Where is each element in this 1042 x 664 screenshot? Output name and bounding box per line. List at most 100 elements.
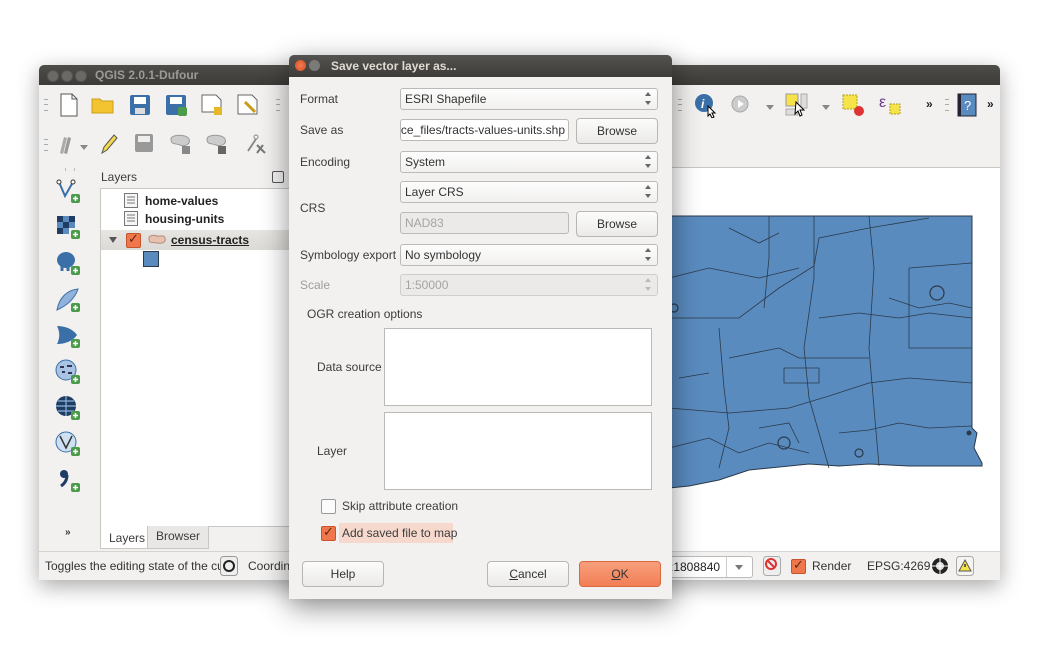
select-by-expression-button[interactable]: ε <box>876 91 904 119</box>
skip-attribute-creation-checkbox[interactable] <box>321 499 336 514</box>
data-source-label: Data source <box>317 360 382 374</box>
layer-symbol-swatch[interactable] <box>143 251 159 267</box>
help-button[interactable]: Help <box>302 561 384 587</box>
spin-arrows-icon <box>645 155 651 168</box>
format-value: ESRI Shapefile <box>405 92 487 106</box>
run-feature-action-dropdown[interactable] <box>766 105 774 110</box>
dialog-close-button[interactable] <box>295 60 306 71</box>
add-spatialite-layer-button[interactable] <box>53 285 83 315</box>
format-select[interactable]: ESRI Shapefile <box>400 88 658 110</box>
layer-tree: home-values housing-units ✓ census-tract… <box>100 188 302 527</box>
add-mssql-layer-button[interactable] <box>53 321 83 351</box>
toolbar-grip[interactable] <box>945 99 949 111</box>
scale-value: 1:50000 <box>405 278 449 292</box>
run-feature-action-button[interactable] <box>727 91 755 119</box>
ok-label-rest: K <box>620 567 629 581</box>
layer-name: census-tracts <box>171 233 250 247</box>
deselect-features-button[interactable] <box>839 91 867 119</box>
identify-features-button[interactable]: i <box>692 91 720 119</box>
data-source-options-textarea[interactable] <box>384 328 652 406</box>
layer-item-home-values[interactable]: home-values <box>101 192 301 210</box>
render-label: Render <box>812 559 852 573</box>
cancel-button[interactable]: Cancel <box>487 561 569 587</box>
select-features-dropdown[interactable] <box>822 105 830 110</box>
layer-visibility-checkbox[interactable]: ✓ <box>126 231 141 248</box>
add-spatialite-layer-icon <box>56 288 80 312</box>
ok-button[interactable]: OK <box>579 561 661 587</box>
window-close-button[interactable] <box>47 70 59 82</box>
urban-cluster <box>966 430 972 436</box>
save-project-button[interactable] <box>126 91 154 119</box>
warning-icon[interactable] <box>956 556 974 576</box>
window-title: QGIS 2.0.1-Dufour <box>95 68 199 82</box>
save-as-path-input[interactable]: urce_files/tracts-values-units.shp <box>400 119 569 141</box>
new-project-button[interactable] <box>55 91 83 119</box>
layer-options-textarea[interactable] <box>384 412 652 490</box>
add-raster-layer-button[interactable] <box>53 212 83 242</box>
toggle-editing-button[interactable] <box>95 130 123 158</box>
toolbar-grip[interactable] <box>44 99 48 111</box>
current-edits-button[interactable] <box>53 130 81 158</box>
crs-mode-value: Layer CRS <box>405 185 464 199</box>
composer-manager-button[interactable] <box>234 91 262 119</box>
open-project-button[interactable] <box>89 91 117 119</box>
toolbar-grip[interactable] <box>44 139 48 151</box>
save-layer-edits-icon <box>135 134 153 152</box>
toolbar-overflow-button[interactable]: » <box>926 97 933 111</box>
add-feature-button[interactable] <box>167 130 195 158</box>
window-minimize-button[interactable] <box>61 70 73 82</box>
panel-float-icon[interactable] <box>272 171 284 183</box>
toolbar-overflow-button[interactable]: » <box>987 97 994 111</box>
svg-text:ε: ε <box>879 94 886 111</box>
encoding-select[interactable]: System <box>400 151 658 173</box>
toolbar-grip[interactable] <box>276 99 280 111</box>
crs-status[interactable]: EPSG:4269 <box>867 559 930 573</box>
current-edits-dropdown[interactable] <box>80 145 88 150</box>
layer-item-housing-units[interactable]: housing-units <box>101 210 301 228</box>
symbology-export-select[interactable]: No symbology <box>400 244 658 266</box>
expand-arrow-icon[interactable] <box>109 237 117 243</box>
add-vector-layer-button[interactable] <box>53 176 83 206</box>
add-wms-layer-button[interactable] <box>53 357 83 387</box>
tab-layers[interactable]: Layers <box>100 526 155 549</box>
node-tool-button[interactable] <box>242 130 270 158</box>
render-checkbox[interactable]: ✓ <box>791 557 806 574</box>
toolbar-grip[interactable] <box>678 99 682 111</box>
crs-browse-button[interactable]: Browse <box>576 211 658 237</box>
add-wms-layer-icon <box>55 359 80 384</box>
crs-mode-select[interactable]: Layer CRS <box>400 181 658 203</box>
new-project-icon <box>60 93 78 117</box>
census-tracts-map <box>668 215 983 489</box>
dialog-title: Save vector layer as... <box>331 59 457 73</box>
scale-combobox[interactable]: :1808840 <box>667 556 753 578</box>
table-layer-icon <box>124 211 138 226</box>
tab-browser[interactable]: Browser <box>147 526 210 549</box>
stop-rendering-icon[interactable] <box>763 556 781 576</box>
add-saved-file-to-map-checkbox[interactable]: ✓ <box>321 524 336 541</box>
toolbar-grip[interactable] <box>65 168 75 171</box>
add-wfs-layer-button[interactable] <box>53 429 83 459</box>
window-maximize-button[interactable] <box>75 70 87 82</box>
save-project-as-button[interactable] <box>162 91 190 119</box>
save-as-browse-button[interactable]: Browse <box>576 118 658 144</box>
save-as-path-value: urce_files/tracts-values-units.shp <box>400 123 565 137</box>
polygon-layer-icon <box>148 234 166 244</box>
add-delimited-text-layer-button[interactable] <box>53 465 83 495</box>
move-feature-button[interactable] <box>203 130 231 158</box>
add-wfs-layer-icon <box>55 431 80 456</box>
coordinate-toggle-icon[interactable] <box>220 556 238 576</box>
status-message: Toggles the editing state of the cu <box>45 559 224 573</box>
add-postgis-layer-button[interactable] <box>53 248 83 278</box>
add-saved-file-to-map-label[interactable]: Add saved file to map <box>342 526 457 540</box>
add-wcs-layer-button[interactable] <box>53 393 83 423</box>
dialog-minimize-button[interactable] <box>309 60 320 71</box>
new-print-composer-button[interactable] <box>198 91 226 119</box>
select-features-button[interactable] <box>783 91 811 119</box>
map-canvas[interactable] <box>668 167 1000 553</box>
toolbar-expand-icon[interactable]: » <box>65 527 71 538</box>
help-contents-button[interactable]: ? <box>953 91 981 119</box>
crs-projection-icon[interactable] <box>931 557 949 575</box>
skip-attribute-creation-label[interactable]: Skip attribute creation <box>342 499 458 513</box>
save-layer-edits-button[interactable] <box>131 130 159 158</box>
layer-item-census-tracts[interactable]: ✓ census-tracts <box>101 230 301 250</box>
